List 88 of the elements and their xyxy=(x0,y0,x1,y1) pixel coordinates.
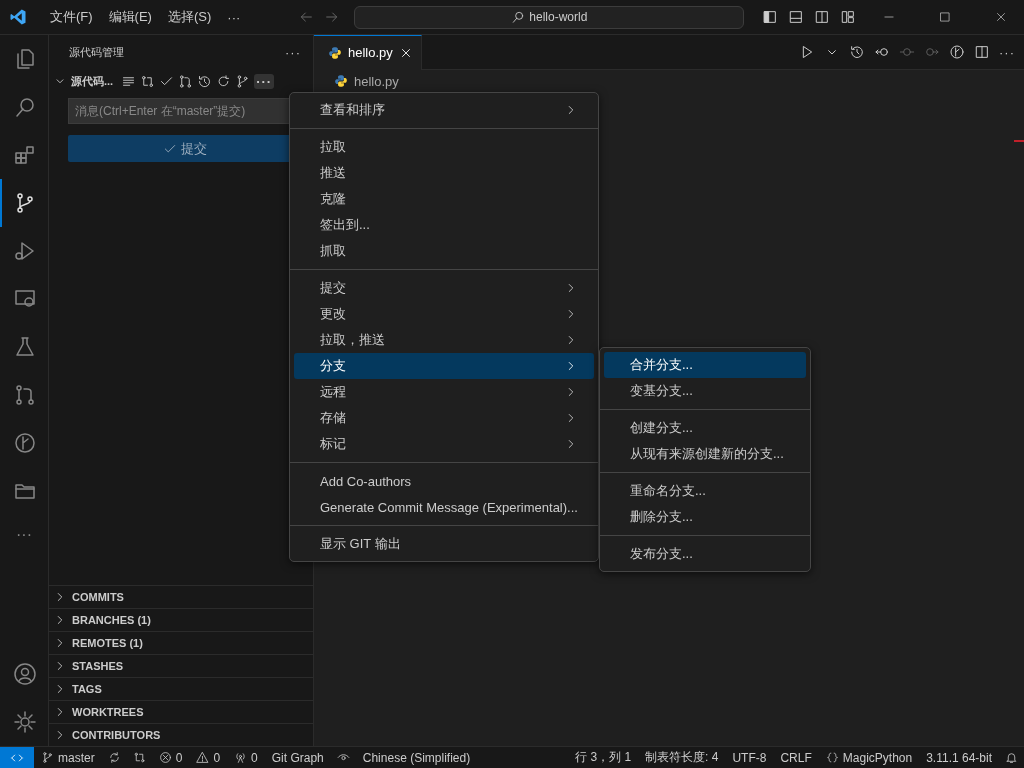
menu-item[interactable]: 标记 xyxy=(294,431,594,457)
error-icon xyxy=(158,751,172,764)
panel-layout-icon[interactable] xyxy=(788,9,804,25)
close-icon[interactable] xyxy=(994,10,1008,24)
more-button[interactable]: ··· xyxy=(0,515,48,555)
graph-icon[interactable] xyxy=(140,73,156,89)
broadcast-icon xyxy=(234,751,248,764)
status-item[interactable]: 制表符长度: 4 xyxy=(638,749,726,766)
status-item[interactable]: 行 3，列 1 xyxy=(568,749,639,766)
menu-item[interactable]: 文件(F) xyxy=(42,8,101,26)
panel-header[interactable]: BRANCHES (1) xyxy=(49,608,313,631)
maximize-icon[interactable] xyxy=(938,10,952,24)
run-debug-icon xyxy=(13,239,37,263)
refresh-icon[interactable] xyxy=(216,73,232,89)
sidebar-layout-icon[interactable] xyxy=(762,9,778,25)
menu-item[interactable]: 变基分支... xyxy=(604,378,806,404)
search-icon xyxy=(13,95,37,119)
panel-header[interactable]: WORKTREES xyxy=(49,700,313,723)
more-button[interactable]: ··· xyxy=(254,73,275,89)
menu-item[interactable]: Generate Commit Message (Experimental)... xyxy=(294,494,594,520)
status-item[interactable]: UTF-8 xyxy=(725,750,774,765)
editor-tab[interactable]: hello.py xyxy=(314,34,422,70)
branch-icon xyxy=(41,751,54,764)
compare-icon[interactable] xyxy=(132,751,146,764)
account-icon xyxy=(13,662,37,686)
grid-layout-icon[interactable] xyxy=(840,9,856,25)
menu-item[interactable]: 存储 xyxy=(294,405,594,431)
branch-status[interactable]: master xyxy=(34,750,102,765)
git-graph-icon xyxy=(13,431,37,455)
flask-icon xyxy=(13,335,37,359)
breadcrumb[interactable]: hello.py xyxy=(314,70,1024,92)
menu-item[interactable]: 克隆 xyxy=(294,186,594,212)
menu-item[interactable]: 重命名分支... xyxy=(604,478,806,504)
scrollbar-marker xyxy=(1014,140,1024,142)
menu-item[interactable]: 删除分支... xyxy=(604,504,806,530)
menu-item[interactable]: 签出到... xyxy=(294,212,594,238)
menu-item[interactable]: 选择(S) xyxy=(159,8,220,26)
history-icon[interactable] xyxy=(849,44,865,60)
menu-item[interactable]: 编辑(E) xyxy=(100,8,160,26)
pull-request-icon[interactable] xyxy=(178,73,194,89)
warning-icon xyxy=(196,751,210,764)
bell-icon[interactable] xyxy=(1005,751,1018,764)
sync-icon[interactable] xyxy=(107,751,121,764)
menu-item[interactable]: 显示 GIT 输出 xyxy=(294,531,594,557)
menu-item[interactable]: 远程 xyxy=(294,379,594,405)
menu-item[interactable]: Add Co-authors xyxy=(294,468,594,494)
settings-icon xyxy=(13,710,37,734)
status-item[interactable]: Chinese (Simplified) xyxy=(355,750,478,765)
warnings-status[interactable]: 0 xyxy=(189,750,228,765)
menu-item[interactable]: 创建分支... xyxy=(604,415,806,441)
search-text: hello-world xyxy=(529,10,588,24)
search-icon xyxy=(511,10,526,24)
more-button[interactable]: ··· xyxy=(999,44,1015,60)
command-center-search[interactable]: hello-world xyxy=(354,5,745,29)
status-item[interactable]: 3.11.1 64-bit xyxy=(919,750,999,765)
ports-status[interactable]: 0 xyxy=(227,750,265,765)
panel-header[interactable]: COMMITS xyxy=(49,585,313,608)
language-status[interactable]: MagicPython xyxy=(818,750,920,765)
menu-item[interactable]: 抓取 xyxy=(294,238,594,264)
pull-request-icon xyxy=(13,383,37,407)
status-item[interactable]: Git Graph xyxy=(264,750,331,765)
section-title: 源代码... xyxy=(71,73,114,89)
menu-item[interactable]: 从现有来源创建新的分支... xyxy=(604,441,806,467)
extensions-icon xyxy=(13,143,37,167)
menu-item[interactable]: 推送 xyxy=(294,160,594,186)
menu-item[interactable]: 分支 xyxy=(294,353,594,379)
python-file-icon xyxy=(328,45,342,60)
menu-item[interactable]: ··· xyxy=(219,9,249,25)
panel-header[interactable]: REMOTES (1) xyxy=(49,631,313,654)
python-file-icon xyxy=(334,74,348,88)
menu-item[interactable]: 拉取，推送 xyxy=(294,327,594,353)
menu-item[interactable]: 更改 xyxy=(294,301,594,327)
two-column-icon[interactable] xyxy=(814,9,830,25)
editor-logo-icon xyxy=(9,8,27,26)
panel-header[interactable]: STASHES xyxy=(49,654,313,677)
panel-header[interactable]: TAGS xyxy=(49,677,313,700)
sidebar-title: 源代码管理 xyxy=(69,45,124,60)
more-button[interactable]: ··· xyxy=(285,45,301,60)
menu-item[interactable]: 合并分支... xyxy=(604,352,806,378)
split-editor-icon[interactable] xyxy=(974,44,990,60)
breadcrumb-text[interactable]: hello.py xyxy=(354,73,399,89)
braces-icon xyxy=(825,751,839,764)
errors-status[interactable]: 0 xyxy=(151,750,190,765)
history-icon[interactable] xyxy=(197,73,213,89)
menu-item[interactable]: 发布分支... xyxy=(604,541,806,567)
status-item[interactable]: CRLF xyxy=(773,750,819,765)
menu-item[interactable]: 提交 xyxy=(294,275,594,301)
git-graph-icon[interactable] xyxy=(949,44,965,60)
